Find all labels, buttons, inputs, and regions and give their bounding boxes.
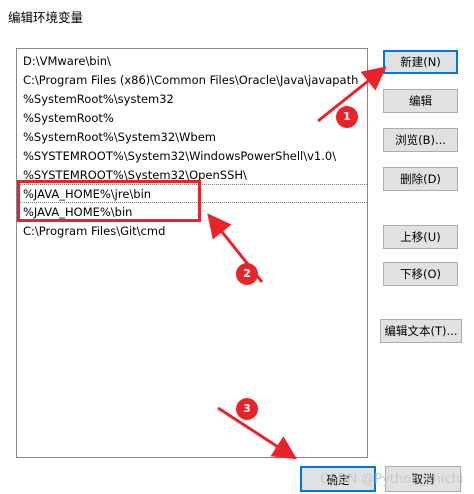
path-list[interactable]: D:\VMware\bin\ C:\Program Files (x86)\Co… [16,48,368,458]
watermark: CSDN @Python_shichi [320,472,464,487]
move-up-button[interactable]: 上移(U) [383,225,458,249]
list-item[interactable]: %SystemRoot%\system32 [17,90,367,109]
step-badge-2: 2 [236,263,258,285]
list-item[interactable]: C:\Program Files\Git\cmd [17,222,367,241]
list-item[interactable]: %SystemRoot%\System32\Wbem [17,128,367,147]
delete-button[interactable]: 删除(D) [383,167,458,191]
window-title: 编辑环境变量 [8,10,84,25]
list-item[interactable]: %SystemRoot% [17,109,367,128]
list-item[interactable]: %SYSTEMROOT%\System32\WindowsPowerShell\… [17,147,367,166]
list-item[interactable]: C:\Program Files (x86)\Common Files\Orac… [17,71,367,90]
title-bar: 编辑环境变量 [0,0,474,32]
move-down-button[interactable]: 下移(O) [383,262,458,286]
browse-button[interactable]: 浏览(B)... [383,128,458,152]
edit-text-button[interactable]: 编辑文本(T)... [380,319,462,343]
step-badge-3: 3 [236,398,258,420]
new-button[interactable]: 新建(N) [383,50,458,74]
edit-button[interactable]: 编辑 [383,89,458,113]
highlight-box [17,180,201,222]
step-badge-1: 1 [336,106,358,128]
list-item[interactable]: D:\VMware\bin\ [17,52,367,71]
